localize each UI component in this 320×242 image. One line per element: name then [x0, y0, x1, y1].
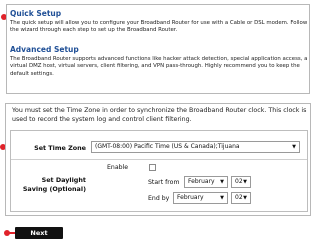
next-button[interactable]: Next [15, 227, 63, 239]
end-month-value: February [177, 194, 204, 201]
chevron-down-icon: ▼ [243, 179, 247, 185]
advanced-setup-description: The Broadband Router supports advanced f… [10, 56, 308, 77]
start-from-label: Start from [148, 179, 180, 186]
quick-setup-link[interactable]: Quick Setup [10, 9, 61, 18]
setup-options-panel: Quick Setup The quick setup will allow y… [6, 4, 310, 94]
time-zone-panel: You must set the Time Zone in order to s… [5, 103, 311, 216]
time-zone-label: Set Time Zone [34, 144, 86, 152]
time-zone-form: Set Time Zone (GMT-08:00) Pacific Time (… [10, 130, 308, 212]
start-month-value: February [188, 178, 215, 185]
start-day-select[interactable]: 02 ▼ [231, 176, 251, 188]
chevron-down-icon: ▼ [292, 144, 296, 150]
end-day-value: 02 [235, 194, 243, 201]
start-month-select[interactable]: February ▼ [184, 176, 228, 188]
quick-setup-description: The quick setup will allow you to config… [10, 20, 308, 34]
end-month-select[interactable]: February ▼ [173, 192, 228, 204]
end-day-select[interactable]: 02 ▼ [231, 192, 251, 204]
chevron-down-icon: ▼ [243, 195, 247, 201]
time-zone-select[interactable]: (GMT-08:00) Pacific Time (US & Canada);T… [91, 141, 300, 153]
row-divider [11, 159, 307, 160]
daylight-saving-label-line2: Saving (Optional) [22, 185, 86, 193]
chevron-down-icon: ▼ [220, 179, 224, 185]
daylight-saving-label-line1: Set Daylight [41, 176, 86, 184]
daylight-enable-checkbox[interactable] [149, 164, 156, 171]
end-by-label: End by [148, 195, 170, 202]
start-day-value: 02 [235, 178, 243, 185]
time-zone-select-value: (GMT-08:00) Pacific Time (US & Canada);T… [95, 143, 240, 150]
advanced-setup-link[interactable]: Advanced Setup [10, 45, 79, 54]
time-zone-intro: You must set the Time Zone in order to s… [12, 107, 307, 124]
enable-label: Enable [107, 164, 129, 171]
chevron-down-icon: ▼ [220, 195, 224, 201]
